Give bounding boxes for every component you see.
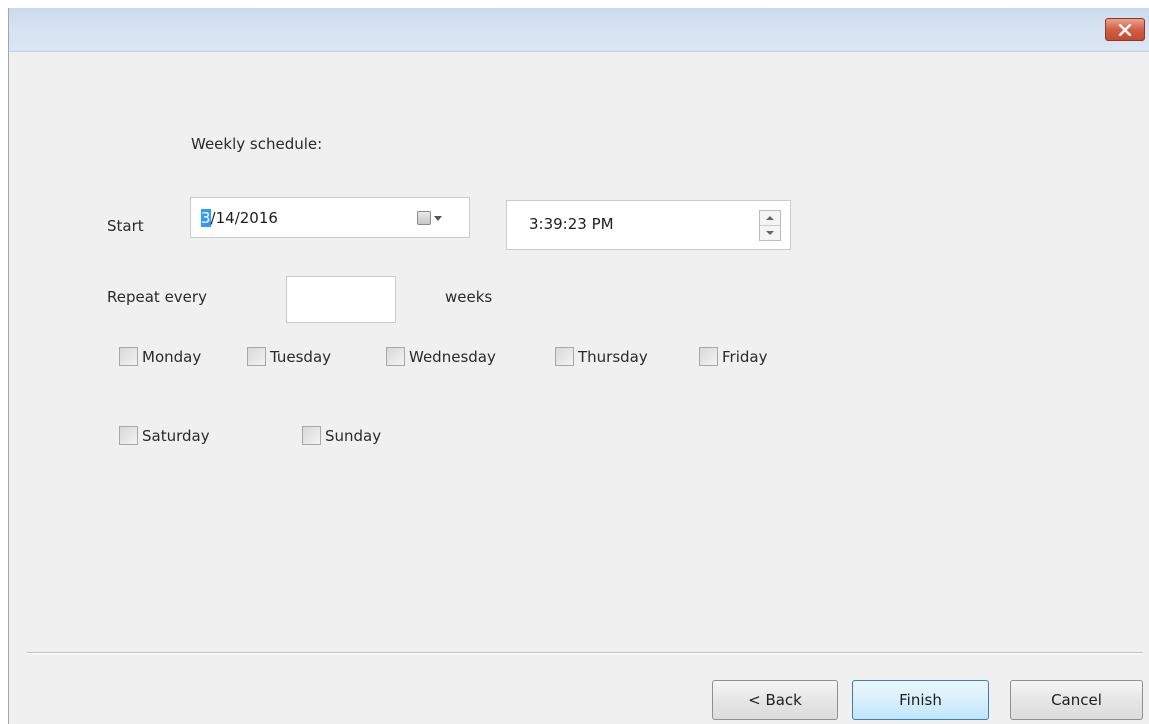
wednesday-checkbox[interactable]: Wednesday	[386, 347, 496, 366]
title-bar[interactable]	[9, 8, 1149, 52]
checkbox-label: Friday	[722, 347, 768, 366]
arrow-up-icon	[766, 216, 774, 220]
checkbox-label: Saturday	[142, 426, 210, 445]
checkbox-box[interactable]	[119, 426, 138, 445]
cancel-button[interactable]: Cancel	[1010, 680, 1143, 720]
finish-button[interactable]: Finish	[852, 680, 989, 720]
back-button[interactable]: < Back	[712, 680, 838, 720]
calendar-dropdown-button[interactable]	[417, 208, 453, 228]
checkbox-box[interactable]	[699, 347, 718, 366]
calendar-icon	[417, 211, 431, 225]
weekly-schedule-heading: Weekly schedule:	[191, 135, 323, 153]
checkbox-box[interactable]	[247, 347, 266, 366]
checkbox-label: Tuesday	[270, 347, 332, 366]
checkbox-box[interactable]	[302, 426, 321, 445]
saturday-checkbox[interactable]: Saturday	[119, 426, 210, 445]
start-time-picker[interactable]: 3:39:23 PM	[506, 200, 791, 250]
close-icon	[1118, 23, 1132, 36]
checkbox-label: Monday	[142, 347, 202, 366]
weeks-unit-label: weeks	[445, 288, 493, 306]
monday-checkbox[interactable]: Monday	[119, 347, 201, 366]
date-month-selection: 3	[201, 209, 211, 227]
arrow-down-icon	[766, 231, 774, 235]
time-spinner[interactable]	[759, 210, 781, 241]
start-time-value[interactable]: 3:39:23 PM	[529, 215, 614, 233]
start-date-value[interactable]: 3/14/2016	[201, 209, 278, 227]
tuesday-checkbox[interactable]: Tuesday	[247, 347, 331, 366]
friday-checkbox[interactable]: Friday	[699, 347, 767, 366]
repeat-every-label: Repeat every	[107, 288, 207, 306]
chevron-down-icon	[434, 215, 442, 221]
repeat-weeks-input[interactable]	[286, 276, 396, 323]
checkbox-box[interactable]	[119, 347, 138, 366]
start-date-picker[interactable]: 3/14/2016	[190, 197, 470, 238]
footer-separator	[27, 652, 1143, 654]
checkbox-box[interactable]	[386, 347, 405, 366]
thursday-checkbox[interactable]: Thursday	[555, 347, 648, 366]
time-spin-up-button[interactable]	[760, 211, 780, 226]
start-label: Start	[107, 217, 144, 235]
date-remainder: /14/2016	[210, 209, 278, 227]
time-spin-down-button[interactable]	[760, 226, 780, 240]
checkbox-box[interactable]	[555, 347, 574, 366]
close-button[interactable]	[1105, 18, 1145, 41]
checkbox-label: Thursday	[578, 347, 648, 366]
schedule-wizard-window: Weekly schedule: Start 3/14/2016 3:39:23…	[8, 8, 1149, 724]
sunday-checkbox[interactable]: Sunday	[302, 426, 381, 445]
checkbox-label: Wednesday	[409, 347, 496, 366]
checkbox-label: Sunday	[325, 426, 382, 445]
